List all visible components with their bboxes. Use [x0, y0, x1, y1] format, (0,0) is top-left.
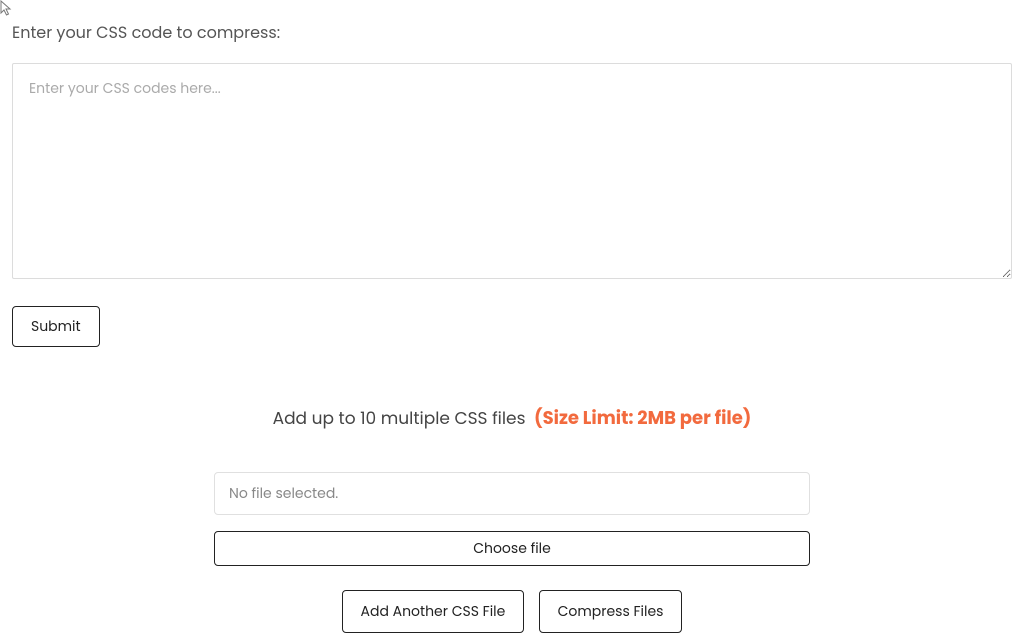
upload-heading: Add up to 10 multiple CSS files	[273, 406, 530, 430]
compress-files-button[interactable]: Compress Files	[539, 590, 683, 633]
add-another-file-button[interactable]: Add Another CSS File	[342, 590, 525, 633]
submit-button[interactable]: Submit	[12, 306, 100, 347]
file-status-display: No file selected.	[214, 472, 810, 515]
css-code-input[interactable]	[12, 63, 1012, 279]
cursor-icon	[0, 0, 14, 18]
size-limit-label: (Size Limit: 2MB per file)	[534, 406, 751, 431]
code-input-heading: Enter your CSS code to compress:	[12, 20, 1012, 45]
choose-file-button[interactable]: Choose file	[214, 531, 810, 566]
